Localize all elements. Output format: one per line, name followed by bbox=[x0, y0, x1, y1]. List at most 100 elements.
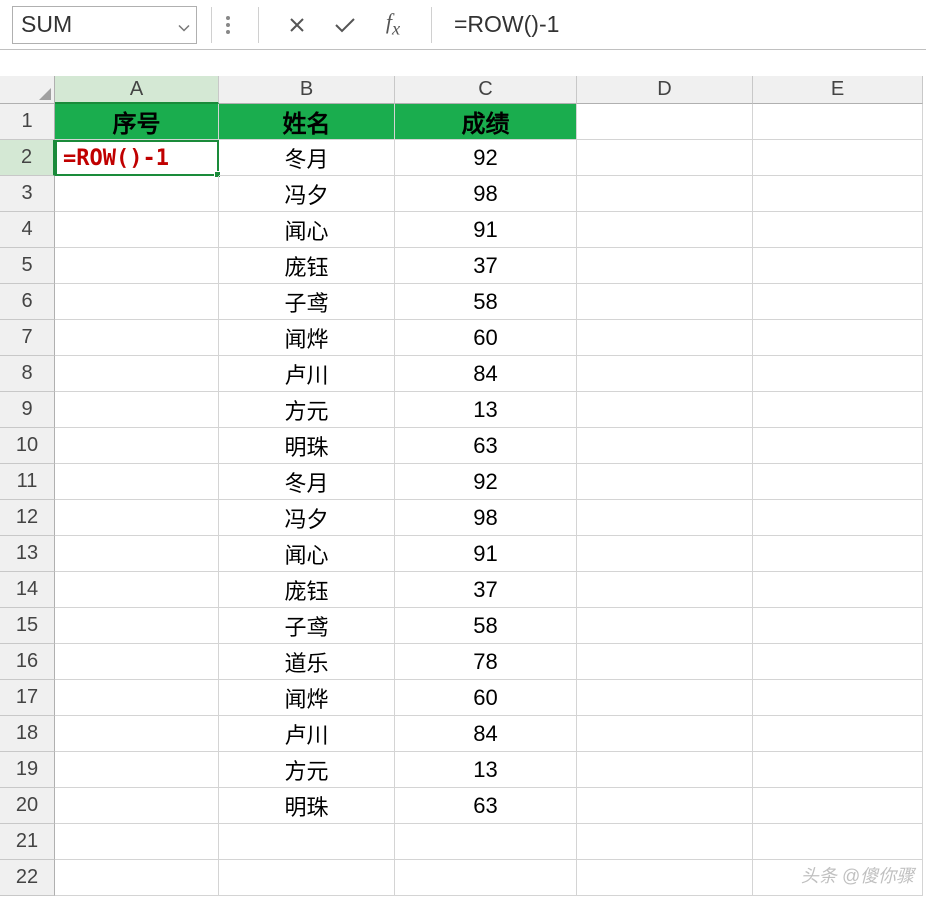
cell-C13[interactable]: 91 bbox=[395, 536, 577, 572]
cell-E21[interactable] bbox=[753, 824, 923, 860]
row-header-19[interactable]: 19 bbox=[0, 752, 55, 788]
col-header-C[interactable]: C bbox=[395, 76, 577, 104]
cell-D9[interactable] bbox=[577, 392, 753, 428]
cell-E16[interactable] bbox=[753, 644, 923, 680]
cell-A3[interactable] bbox=[55, 176, 219, 212]
row-header-9[interactable]: 9 bbox=[0, 392, 55, 428]
cell-B7[interactable]: 闻烨 bbox=[219, 320, 395, 356]
cell-A16[interactable] bbox=[55, 644, 219, 680]
row-header-13[interactable]: 13 bbox=[0, 536, 55, 572]
cell-B5[interactable]: 庞钰 bbox=[219, 248, 395, 284]
cell-A4[interactable] bbox=[55, 212, 219, 248]
row-header-10[interactable]: 10 bbox=[0, 428, 55, 464]
cell-A14[interactable] bbox=[55, 572, 219, 608]
more-dots-icon[interactable] bbox=[226, 16, 230, 34]
cell-A1[interactable]: 序号 bbox=[55, 104, 219, 140]
cell-A2[interactable]: =ROW()-1 bbox=[55, 140, 219, 176]
cell-A22[interactable] bbox=[55, 860, 219, 896]
cell-C14[interactable]: 37 bbox=[395, 572, 577, 608]
cell-B10[interactable]: 明珠 bbox=[219, 428, 395, 464]
cell-C20[interactable]: 63 bbox=[395, 788, 577, 824]
row-header-11[interactable]: 11 bbox=[0, 464, 55, 500]
name-box[interactable]: SUM bbox=[12, 6, 197, 44]
cell-D6[interactable] bbox=[577, 284, 753, 320]
cell-A6[interactable] bbox=[55, 284, 219, 320]
cell-E18[interactable] bbox=[753, 716, 923, 752]
cell-B2[interactable]: 冬月 bbox=[219, 140, 395, 176]
cell-E3[interactable] bbox=[753, 176, 923, 212]
row-header-5[interactable]: 5 bbox=[0, 248, 55, 284]
cell-E14[interactable] bbox=[753, 572, 923, 608]
cell-C10[interactable]: 63 bbox=[395, 428, 577, 464]
cell-D10[interactable] bbox=[577, 428, 753, 464]
cell-D2[interactable] bbox=[577, 140, 753, 176]
cell-C2[interactable]: 92 bbox=[395, 140, 577, 176]
cell-D4[interactable] bbox=[577, 212, 753, 248]
formula-input[interactable] bbox=[446, 6, 926, 44]
cell-A20[interactable] bbox=[55, 788, 219, 824]
cell-C5[interactable]: 37 bbox=[395, 248, 577, 284]
row-header-22[interactable]: 22 bbox=[0, 860, 55, 896]
cell-B8[interactable]: 卢川 bbox=[219, 356, 395, 392]
cell-E7[interactable] bbox=[753, 320, 923, 356]
row-header-17[interactable]: 17 bbox=[0, 680, 55, 716]
cell-B11[interactable]: 冬月 bbox=[219, 464, 395, 500]
cell-D21[interactable] bbox=[577, 824, 753, 860]
cell-D1[interactable] bbox=[577, 104, 753, 140]
row-header-8[interactable]: 8 bbox=[0, 356, 55, 392]
cell-E9[interactable] bbox=[753, 392, 923, 428]
cell-D3[interactable] bbox=[577, 176, 753, 212]
cell-E5[interactable] bbox=[753, 248, 923, 284]
cell-E2[interactable] bbox=[753, 140, 923, 176]
cell-D22[interactable] bbox=[577, 860, 753, 896]
cell-B17[interactable]: 闻烨 bbox=[219, 680, 395, 716]
cell-D19[interactable] bbox=[577, 752, 753, 788]
cell-C7[interactable]: 60 bbox=[395, 320, 577, 356]
cell-C3[interactable]: 98 bbox=[395, 176, 577, 212]
row-header-6[interactable]: 6 bbox=[0, 284, 55, 320]
cell-E1[interactable] bbox=[753, 104, 923, 140]
row-header-20[interactable]: 20 bbox=[0, 788, 55, 824]
cell-D11[interactable] bbox=[577, 464, 753, 500]
row-header-14[interactable]: 14 bbox=[0, 572, 55, 608]
cell-C18[interactable]: 84 bbox=[395, 716, 577, 752]
cell-E6[interactable] bbox=[753, 284, 923, 320]
cell-A11[interactable] bbox=[55, 464, 219, 500]
cell-A5[interactable] bbox=[55, 248, 219, 284]
cell-A18[interactable] bbox=[55, 716, 219, 752]
cell-D13[interactable] bbox=[577, 536, 753, 572]
cell-B12[interactable]: 冯夕 bbox=[219, 500, 395, 536]
row-header-12[interactable]: 12 bbox=[0, 500, 55, 536]
cell-B20[interactable]: 明珠 bbox=[219, 788, 395, 824]
cell-E15[interactable] bbox=[753, 608, 923, 644]
cell-C9[interactable]: 13 bbox=[395, 392, 577, 428]
cell-E20[interactable] bbox=[753, 788, 923, 824]
select-all-button[interactable] bbox=[0, 76, 55, 104]
cells-area[interactable]: 序号姓名成绩=ROW()-1冬月92冯夕98闻心91庞钰37子鸢58闻烨60卢川… bbox=[55, 104, 923, 896]
row-header-7[interactable]: 7 bbox=[0, 320, 55, 356]
cell-B1[interactable]: 姓名 bbox=[219, 104, 395, 140]
cell-C6[interactable]: 58 bbox=[395, 284, 577, 320]
cell-C16[interactable]: 78 bbox=[395, 644, 577, 680]
cell-B14[interactable]: 庞钰 bbox=[219, 572, 395, 608]
cancel-button[interactable] bbox=[279, 7, 315, 43]
cell-C8[interactable]: 84 bbox=[395, 356, 577, 392]
fx-button[interactable]: fx bbox=[375, 7, 411, 43]
row-header-4[interactable]: 4 bbox=[0, 212, 55, 248]
cell-A15[interactable] bbox=[55, 608, 219, 644]
col-header-E[interactable]: E bbox=[753, 76, 923, 104]
chevron-down-icon[interactable] bbox=[178, 11, 190, 38]
cell-D14[interactable] bbox=[577, 572, 753, 608]
cell-D7[interactable] bbox=[577, 320, 753, 356]
cell-A9[interactable] bbox=[55, 392, 219, 428]
cell-E12[interactable] bbox=[753, 500, 923, 536]
cell-C1[interactable]: 成绩 bbox=[395, 104, 577, 140]
row-header-18[interactable]: 18 bbox=[0, 716, 55, 752]
cell-B13[interactable]: 闻心 bbox=[219, 536, 395, 572]
cell-A19[interactable] bbox=[55, 752, 219, 788]
cell-D17[interactable] bbox=[577, 680, 753, 716]
cell-B3[interactable]: 冯夕 bbox=[219, 176, 395, 212]
row-header-16[interactable]: 16 bbox=[0, 644, 55, 680]
row-header-15[interactable]: 15 bbox=[0, 608, 55, 644]
col-header-A[interactable]: A bbox=[55, 76, 219, 104]
